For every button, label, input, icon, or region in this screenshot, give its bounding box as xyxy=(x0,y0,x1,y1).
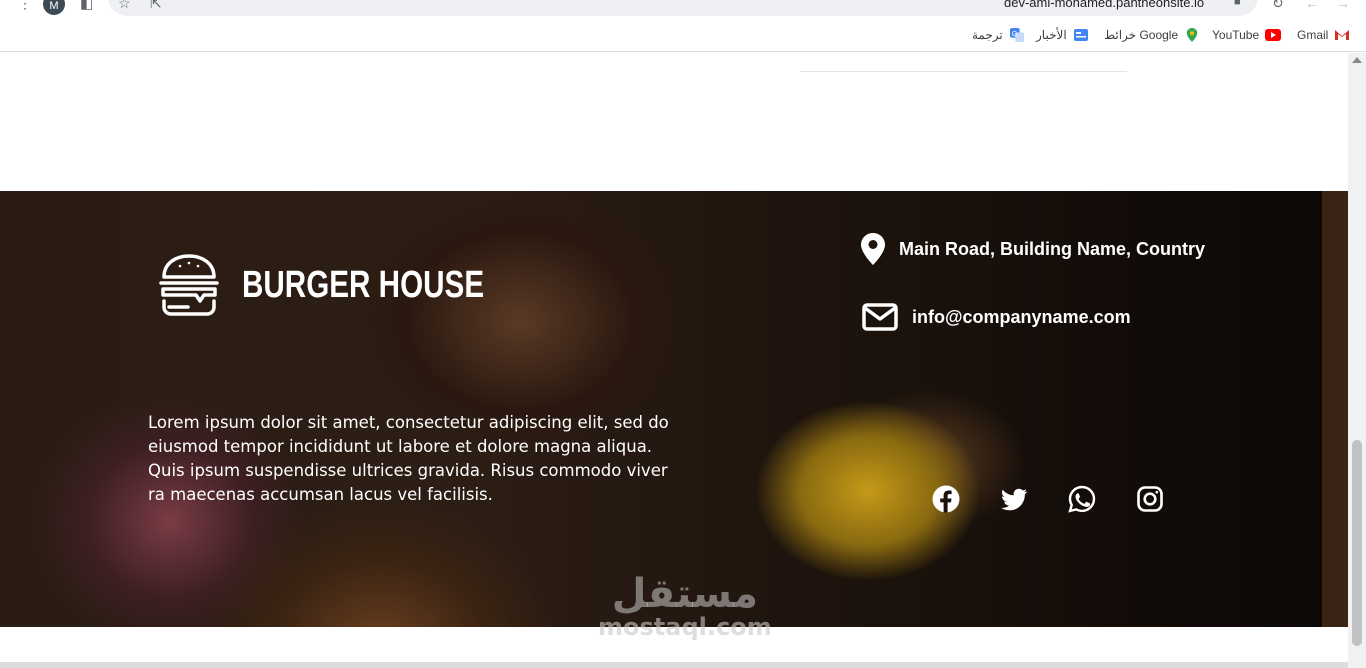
maps-icon xyxy=(1186,28,1198,42)
back-arrow-icon[interactable]: → xyxy=(1336,0,1350,10)
horizontal-scrollbar[interactable] xyxy=(0,662,1348,668)
footer-about-text: Lorem ipsum dolor sit amet, consectetur … xyxy=(148,413,669,504)
profile-avatar[interactable]: M xyxy=(43,0,65,15)
email-link[interactable]: info@companyname.com xyxy=(912,307,1131,328)
contact-email[interactable]: info@companyname.com xyxy=(862,303,1131,331)
menu-kebab-icon[interactable]: ⋮ xyxy=(18,0,32,10)
gmail-icon xyxy=(1335,30,1350,40)
envelope-icon xyxy=(862,303,898,331)
divider xyxy=(800,71,1127,72)
site-info-icon[interactable]: ■ xyxy=(1234,0,1241,9)
address-text: Main Road, Building Name, Country xyxy=(899,238,1206,259)
scrollbar-thumb[interactable] xyxy=(1352,440,1362,646)
whatsapp-icon[interactable] xyxy=(1068,485,1096,513)
bookmarks-bar: Gmail YouTube خرائط Google الأخبار ترجمة… xyxy=(0,18,1366,52)
twitter-icon[interactable] xyxy=(1000,485,1028,513)
page-content: BURGER HOUSE Lorem ipsum dolor sit amet,… xyxy=(0,53,1348,627)
background-wood-edge xyxy=(1322,191,1348,627)
forward-arrow-icon[interactable]: ← xyxy=(1305,0,1319,10)
facebook-icon[interactable] xyxy=(932,485,960,513)
brand-name: BURGER HOUSE xyxy=(242,263,485,306)
bookmark-gmail[interactable]: Gmail xyxy=(1297,26,1350,44)
browser-toolbar: ⋮ M ◧ ☆ ⇱ dev-ami-mohamed.pantheonsite.i… xyxy=(0,0,1366,18)
bookmark-youtube[interactable]: YouTube xyxy=(1212,26,1282,44)
youtube-icon xyxy=(1265,29,1282,41)
bookmark-label: YouTube xyxy=(1212,28,1260,42)
url-text[interactable]: dev-ami-mohamed.pantheonsite.io xyxy=(1004,0,1204,10)
bookmark-translate[interactable]: ترجمة G xyxy=(972,26,1025,44)
bookmark-label: Gmail xyxy=(1297,28,1329,42)
bookmark-label: الأخبار xyxy=(1036,28,1067,42)
reload-icon[interactable]: ↻ xyxy=(1272,0,1284,10)
bookmark-label: ترجمة xyxy=(972,28,1003,42)
bookmark-label: خرائط Google xyxy=(1104,28,1179,42)
side-panel-icon[interactable]: ◧ xyxy=(80,0,93,10)
translate-icon: G xyxy=(1009,28,1024,42)
share-icon[interactable]: ⇱ xyxy=(150,0,162,10)
location-pin-icon xyxy=(861,233,885,265)
social-links xyxy=(932,485,1164,513)
bookmark-google-maps[interactable]: خرائط Google xyxy=(1104,26,1200,44)
site-footer: BURGER HOUSE Lorem ipsum dolor sit amet,… xyxy=(0,191,1348,627)
burger-icon xyxy=(159,254,219,316)
bookmark-star-icon[interactable]: ☆ xyxy=(118,0,131,10)
brand-logo[interactable]: BURGER HOUSE xyxy=(158,253,552,317)
contact-address: Main Road, Building Name, Country xyxy=(861,233,1205,265)
news-icon xyxy=(1073,29,1088,41)
bookmark-news[interactable]: الأخبار xyxy=(1036,26,1089,44)
scroll-up-arrow-icon[interactable] xyxy=(1352,57,1362,63)
svg-text:G: G xyxy=(1012,31,1017,38)
instagram-icon[interactable] xyxy=(1136,485,1164,513)
